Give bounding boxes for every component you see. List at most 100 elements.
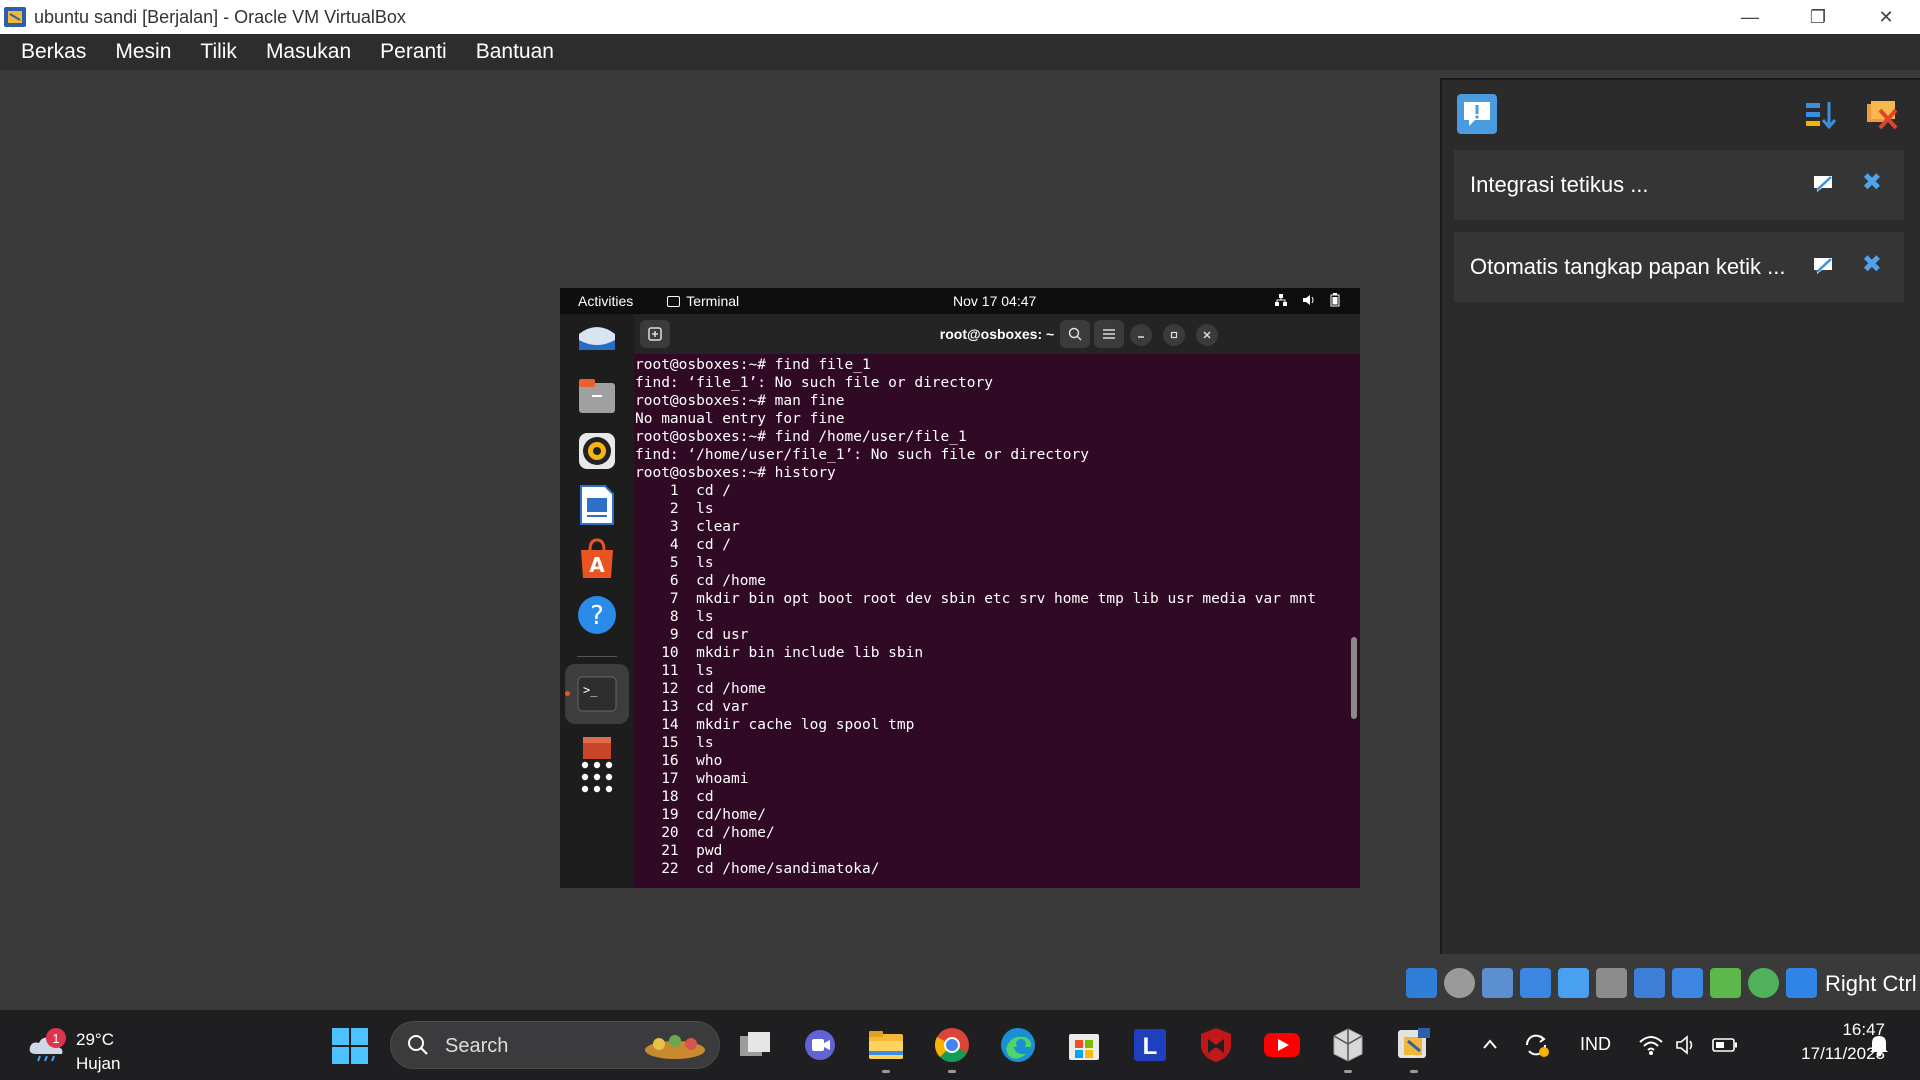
terminal-line: 2 ls	[635, 501, 714, 517]
audio-icon[interactable]	[1482, 968, 1513, 998]
sync-icon[interactable]	[1518, 1027, 1554, 1063]
notification-mute-button[interactable]	[1812, 256, 1834, 276]
chrome-icon[interactable]	[932, 1025, 972, 1065]
keyboard-capture-icon[interactable]	[1786, 968, 1817, 998]
edge-icon[interactable]	[998, 1025, 1038, 1065]
vm-display[interactable]: Activities Terminal Nov 17 04:47 A ? >_ …	[0, 70, 1440, 1010]
menu-berkas[interactable]: Berkas	[21, 40, 86, 64]
close-icon	[1203, 331, 1211, 339]
terminal-icon[interactable]: >_	[574, 671, 620, 717]
weather-temperature: 29°C	[76, 1030, 114, 1049]
menu-tilik[interactable]: Tilik	[200, 40, 237, 64]
running-indicator	[948, 1070, 956, 1073]
l-app-icon[interactable]: L	[1130, 1025, 1170, 1065]
mouse-integration-icon[interactable]	[1748, 968, 1779, 998]
task-view-icon[interactable]	[735, 1025, 775, 1065]
activities-button[interactable]: Activities	[578, 293, 633, 309]
shared-folders-icon[interactable]	[1596, 968, 1627, 998]
terminal-line: 6 cd /home	[635, 573, 766, 589]
usb-icon[interactable]	[1558, 968, 1589, 998]
terminal-line: 16 who	[635, 753, 723, 769]
show-hidden-icons-chevron-icon[interactable]	[1482, 1034, 1498, 1055]
optical-drive-icon[interactable]	[1444, 968, 1475, 998]
weather-widget[interactable]: 1 29°C Hujan	[28, 1020, 158, 1073]
libreoffice-writer-icon[interactable]	[574, 482, 620, 528]
svg-text:L: L	[1143, 1033, 1158, 1060]
dock-running-indicator	[565, 691, 570, 696]
battery-icon[interactable]	[1710, 1030, 1740, 1060]
terminal-line: root@osboxes:~# history	[635, 465, 836, 481]
network-adapter-icon[interactable]	[1520, 968, 1551, 998]
terminal-line: 21 pwd	[635, 843, 723, 859]
terminal-line: root@osboxes:~# find /home/user/file_1	[635, 429, 967, 445]
cpu-icon[interactable]	[1710, 968, 1741, 998]
terminal-close-button[interactable]	[1196, 324, 1218, 346]
help-icon[interactable]: ?	[574, 592, 620, 638]
show-applications-icon[interactable]	[574, 754, 620, 800]
weather-condition: Hujan	[76, 1054, 121, 1073]
terminal-line: 9 cd usr	[635, 627, 749, 643]
terminal-menu-button[interactable]	[1094, 320, 1124, 348]
display-icon[interactable]	[1634, 968, 1665, 998]
speaker-icon[interactable]	[1672, 1030, 1702, 1060]
notification-close-icon[interactable]: ✖	[1862, 250, 1882, 279]
search-label: Search	[445, 1035, 509, 1057]
menu-masukan[interactable]: Masukan	[266, 40, 351, 64]
hard-disk-icon[interactable]	[1406, 968, 1437, 998]
terminal-line: 15 ls	[635, 735, 714, 751]
ubuntu-dock: A ? >_	[560, 314, 634, 888]
close-button[interactable]: ✕	[1852, 0, 1920, 34]
app-menu-terminal[interactable]: Terminal	[667, 293, 739, 309]
app-menu-label: Terminal	[686, 293, 740, 309]
terminal-minimize-button[interactable]	[1130, 324, 1152, 346]
menu-mesin[interactable]: Mesin	[115, 40, 171, 64]
new-tab-button[interactable]	[640, 320, 670, 348]
terminal-search-button[interactable]	[1060, 320, 1090, 348]
thunderbird-icon[interactable]	[574, 318, 620, 364]
terminal-output[interactable]: root@osboxes:~# find file_1 find: ‘file_1…	[634, 354, 1360, 888]
terminal-title: root@osboxes: ~	[939, 326, 1055, 342]
rhythmbox-icon[interactable]	[574, 428, 620, 474]
start-button[interactable]	[332, 1028, 368, 1064]
guest-screen[interactable]: Activities Terminal Nov 17 04:47 A ? >_ …	[560, 288, 1360, 888]
svg-text:?: ?	[590, 601, 604, 631]
taskbar-search[interactable]: Search	[390, 1021, 720, 1069]
clear-notifications-button[interactable]	[1864, 98, 1900, 132]
terminal-maximize-button[interactable]	[1163, 324, 1185, 346]
recording-icon[interactable]	[1672, 968, 1703, 998]
microsoft-store-icon[interactable]	[1064, 1025, 1104, 1065]
ubuntu-software-icon[interactable]: A	[574, 536, 620, 582]
svg-text:>_: >_	[583, 683, 598, 697]
notification-center-button[interactable]	[1457, 94, 1497, 134]
restore-button[interactable]: ❐	[1784, 0, 1852, 34]
file-explorer-icon[interactable]	[866, 1025, 906, 1065]
virtualbox-vm-icon[interactable]	[1394, 1025, 1434, 1065]
menu-bar: Berkas Mesin Tilik Masukan Peranti Bantu…	[0, 34, 1920, 70]
files-icon[interactable]	[574, 374, 620, 420]
wifi-icon[interactable]	[1636, 1030, 1666, 1060]
mcafee-icon[interactable]	[1196, 1025, 1236, 1065]
sort-notifications-button[interactable]	[1804, 98, 1838, 132]
input-language-indicator[interactable]: IND	[1580, 1034, 1611, 1055]
notification-keyboard-capture[interactable]: Otomatis tangkap papan ketik ... ✖	[1454, 232, 1904, 302]
terminal-line: 11 ls	[635, 663, 714, 679]
gnome-system-tray[interactable]	[1274, 293, 1340, 307]
teams-chat-icon[interactable]	[800, 1025, 840, 1065]
notification-mute-button[interactable]	[1812, 174, 1834, 194]
menu-peranti[interactable]: Peranti	[380, 40, 447, 64]
virtualbox-taskbar-icon[interactable]	[1328, 1025, 1368, 1065]
gnome-clock[interactable]: Nov 17 04:47	[953, 293, 1036, 309]
menu-bantuan[interactable]: Bantuan	[476, 40, 554, 64]
terminal-lines: root@osboxes:~# find file_1 find: ‘file_1…	[635, 356, 1316, 878]
notification-text: Otomatis tangkap papan ketik ...	[1470, 254, 1786, 279]
terminal-scrollbar[interactable]	[1351, 637, 1357, 719]
minimize-button[interactable]: —	[1716, 0, 1784, 34]
notification-text: Integrasi tetikus ...	[1470, 172, 1649, 197]
host-key-label: Right Ctrl	[1825, 971, 1917, 996]
notification-close-icon[interactable]: ✖	[1862, 168, 1882, 197]
youtube-icon[interactable]	[1262, 1025, 1302, 1065]
terminal-line: No manual entry for fine	[635, 411, 845, 427]
notification-bell-icon[interactable]	[1864, 1030, 1894, 1060]
notification-mouse-integration[interactable]: Integrasi tetikus ... ✖	[1454, 150, 1904, 220]
dock-separator	[577, 656, 617, 657]
